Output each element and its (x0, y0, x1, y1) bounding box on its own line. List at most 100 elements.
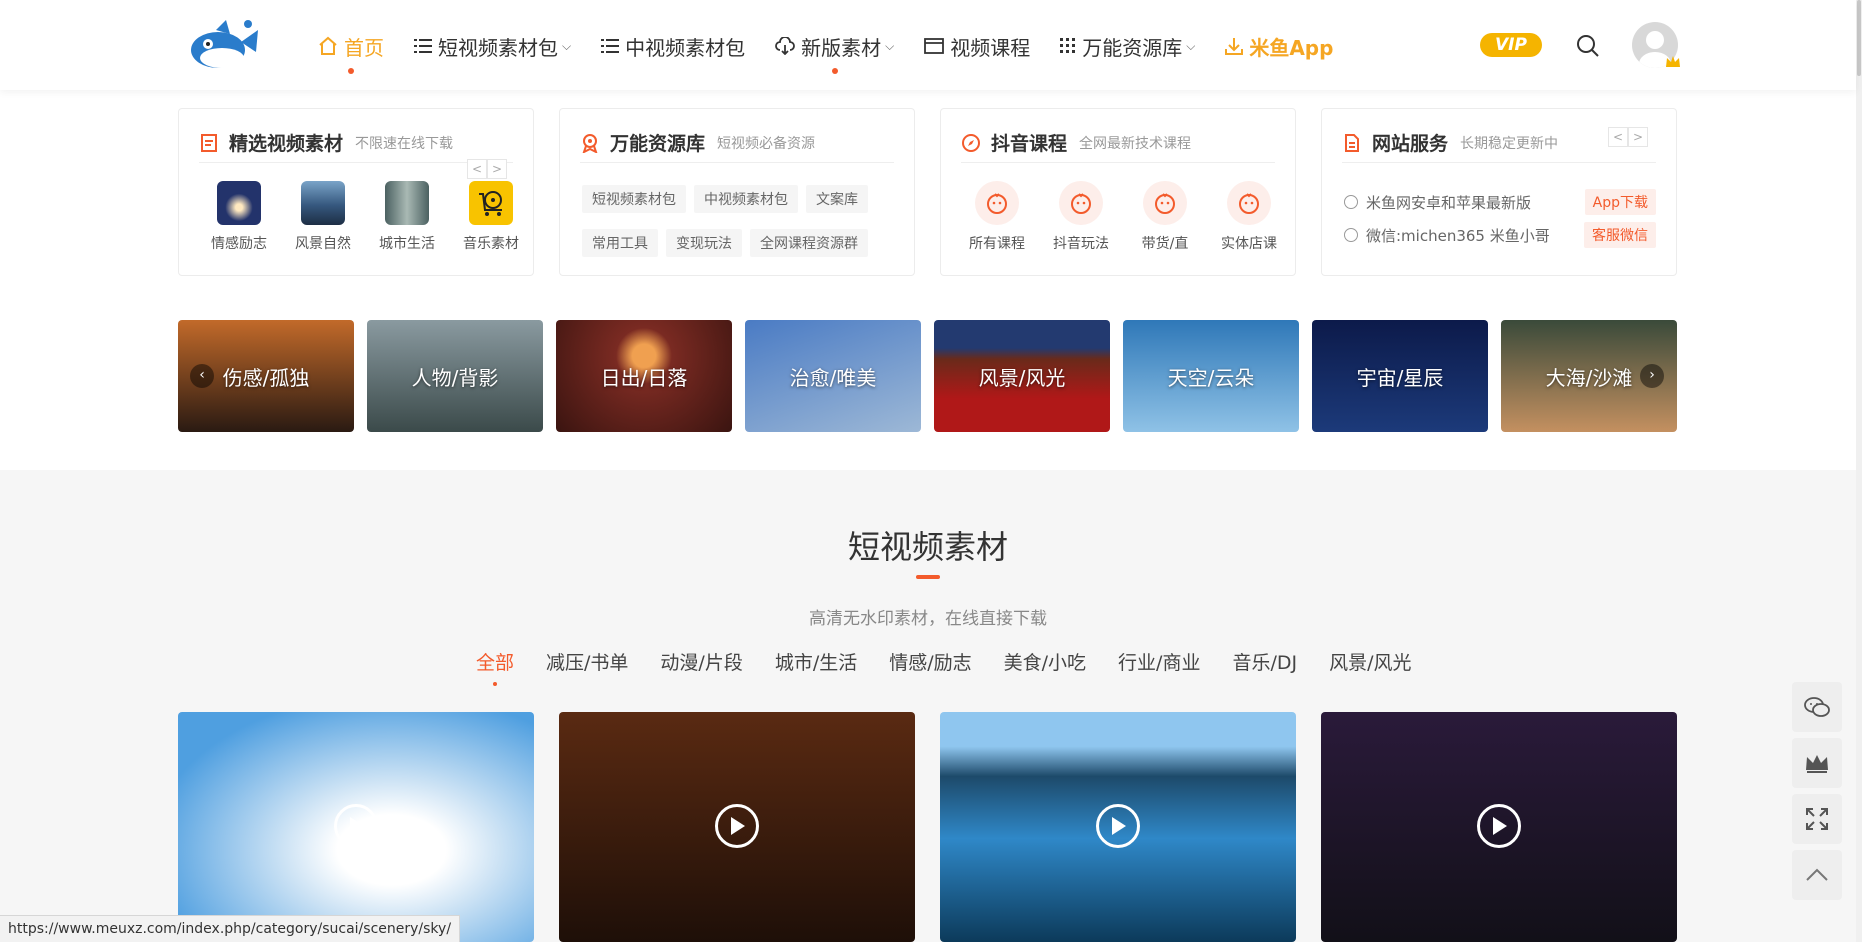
category-filter-tabs: 全部 减压/书单 动漫/片段 城市/生活 情感/励志 美食/小吃 行业/商业 音… (476, 648, 1444, 686)
clock-icon (1344, 195, 1358, 209)
filter-tab[interactable]: 动漫/片段 (660, 648, 742, 675)
play-icon[interactable] (715, 804, 759, 848)
nav-dot (831, 68, 838, 74)
video-card[interactable] (940, 712, 1296, 942)
site-header: 首页 短视频素材包 ⌵ 中视频素材包 新版素材 ⌵ 视频课程 万能资源库 ⌵ 米… (0, 0, 1856, 90)
category-label: 情感励志 (211, 236, 267, 252)
banner-item[interactable]: 人物/背影 (367, 320, 543, 432)
resource-tag[interactable]: 短视频素材包 (582, 185, 686, 213)
banner-label: 大海/沙滩 (1545, 365, 1633, 390)
prev-arrow-icon[interactable]: < (1608, 127, 1628, 147)
card-subtitle: 全网最新技术课程 (1079, 135, 1192, 152)
search-icon[interactable] (1574, 32, 1602, 60)
crown-icon[interactable] (1792, 738, 1842, 788)
card-pager: < > (467, 159, 507, 179)
nav-resource-library[interactable]: 万能资源库 ⌵ (1060, 28, 1195, 64)
card-title: 抖音课程 (991, 133, 1068, 155)
next-arrow-icon[interactable]: > (487, 159, 507, 179)
scrollbar-thumb[interactable] (1857, 0, 1861, 76)
filter-tab[interactable]: 风景/风光 (1329, 648, 1411, 675)
banner-item[interactable]: 风景/风光 (934, 320, 1110, 432)
filter-tab[interactable]: 行业/商业 (1118, 648, 1200, 675)
filter-tab[interactable]: 音乐/DJ (1232, 648, 1297, 675)
resource-tag[interactable]: 中视频素材包 (694, 185, 798, 213)
nav-mid-video-pack[interactable]: 中视频素材包 (601, 28, 745, 64)
banner-label: 日出/日落 (600, 365, 688, 390)
main-nav: 首页 短视频素材包 ⌵ 中视频素材包 新版素材 ⌵ 视频课程 万能资源库 ⌵ 米… (318, 28, 1363, 74)
banner-item[interactable]: 治愈/唯美 (745, 320, 921, 432)
nav-short-video-pack[interactable]: 短视频素材包 ⌵ (414, 28, 571, 64)
nav-video-course[interactable]: 视频课程 (924, 28, 1030, 64)
grid-icon (1060, 38, 1076, 54)
banner-item[interactable]: 宇宙/星辰 (1312, 320, 1488, 432)
carousel-next-icon[interactable]: › (1640, 364, 1664, 388)
filter-tab[interactable]: 情感/励志 (889, 648, 971, 675)
next-arrow-icon[interactable]: > (1628, 127, 1648, 147)
category-item[interactable]: 风景自然 (281, 181, 365, 253)
video-card[interactable] (559, 712, 915, 942)
nav-app-download[interactable]: 米鱼App (1225, 28, 1333, 64)
category-thumbnail (217, 181, 261, 225)
resource-tag[interactable]: 变现玩法 (666, 229, 742, 257)
course-label: 所有课程 (969, 236, 1025, 252)
filter-tab-all[interactable]: 全部 (476, 648, 514, 686)
browser-icon (924, 38, 945, 54)
carousel-prev-icon[interactable]: ‹ (190, 364, 214, 388)
nav-new-material[interactable]: 新版素材 ⌵ (775, 28, 894, 74)
card-title: 精选视频素材 (229, 133, 344, 155)
resource-tag[interactable]: 全网课程资源群 (750, 229, 868, 257)
service-row: 微信:michen365 米鱼小哥 客服微信 (1344, 222, 1656, 248)
banner-item[interactable]: 天空/云朵 (1123, 320, 1299, 432)
category-banner-carousel: 伤感/孤独 人物/背影 日出/日落 治愈/唯美 风景/风光 天空/云朵 宇宙/星… (178, 320, 1677, 432)
video-card[interactable] (1321, 712, 1677, 942)
download-icon (1225, 37, 1244, 55)
video-card[interactable] (178, 712, 534, 942)
document-icon (201, 133, 217, 152)
resource-tag[interactable]: 文案库 (806, 185, 868, 213)
category-thumbnail (301, 181, 345, 225)
banner-label: 人物/背影 (411, 365, 499, 390)
course-item[interactable]: 所有课程 (955, 181, 1039, 253)
chevron-down-icon: ⌵ (1186, 38, 1196, 53)
page-scrollbar[interactable] (1856, 0, 1862, 942)
nav-home-label: 首页 (344, 35, 384, 60)
active-dot (493, 682, 497, 686)
back-to-top-icon[interactable] (1792, 850, 1842, 900)
app-download-button[interactable]: App下载 (1584, 189, 1656, 215)
wechat-icon[interactable] (1792, 682, 1842, 732)
filter-tab[interactable]: 美食/小吃 (1004, 648, 1086, 675)
category-item[interactable]: 音乐素材 (449, 181, 533, 253)
prev-arrow-icon[interactable]: < (467, 159, 487, 179)
compass-icon (962, 133, 980, 152)
banner-item[interactable]: 日出/日落 (556, 320, 732, 432)
course-icon (1059, 181, 1103, 225)
service-row: 米鱼网安卓和苹果最新版 App下载 (1344, 189, 1656, 215)
banner-label: 伤感/孤独 (222, 365, 310, 390)
play-icon[interactable] (334, 804, 378, 848)
course-row: 所有课程 抖音玩法 带货/直 实体店课 (955, 181, 1291, 253)
fullscreen-icon[interactable] (1792, 794, 1842, 844)
play-icon[interactable] (1477, 804, 1521, 848)
customer-wechat-button[interactable]: 客服微信 (1584, 222, 1656, 248)
category-item[interactable]: 城市生活 (365, 181, 449, 253)
filter-tab[interactable]: 城市/生活 (775, 648, 857, 675)
course-item[interactable]: 实体店课 (1207, 181, 1291, 253)
document-icon (1345, 133, 1359, 152)
nav-label: 新版素材 (801, 35, 882, 60)
nav-label: 米鱼App (1249, 35, 1334, 60)
play-icon[interactable] (1096, 804, 1140, 848)
banner-label: 天空/云朵 (1167, 365, 1255, 390)
vip-badge[interactable]: VIP (1480, 33, 1542, 57)
home-icon (318, 36, 338, 56)
site-logo[interactable] (186, 14, 260, 74)
nav-label: 视频课程 (950, 35, 1031, 60)
category-item[interactable]: 情感励志 (197, 181, 281, 253)
active-dot (348, 68, 354, 74)
filter-tab[interactable]: 减压/书单 (546, 648, 628, 675)
course-item[interactable]: 带货/直 (1123, 181, 1207, 253)
nav-home[interactable]: 首页 (318, 28, 384, 74)
featured-materials-card: 精选视频素材 不限速在线下载 < > 情感励志 风景自然 城市生活 音乐素材 (178, 108, 534, 276)
course-item[interactable]: 抖音玩法 (1039, 181, 1123, 253)
chevron-down-icon: ⌵ (562, 38, 572, 53)
resource-tag[interactable]: 常用工具 (582, 229, 658, 257)
